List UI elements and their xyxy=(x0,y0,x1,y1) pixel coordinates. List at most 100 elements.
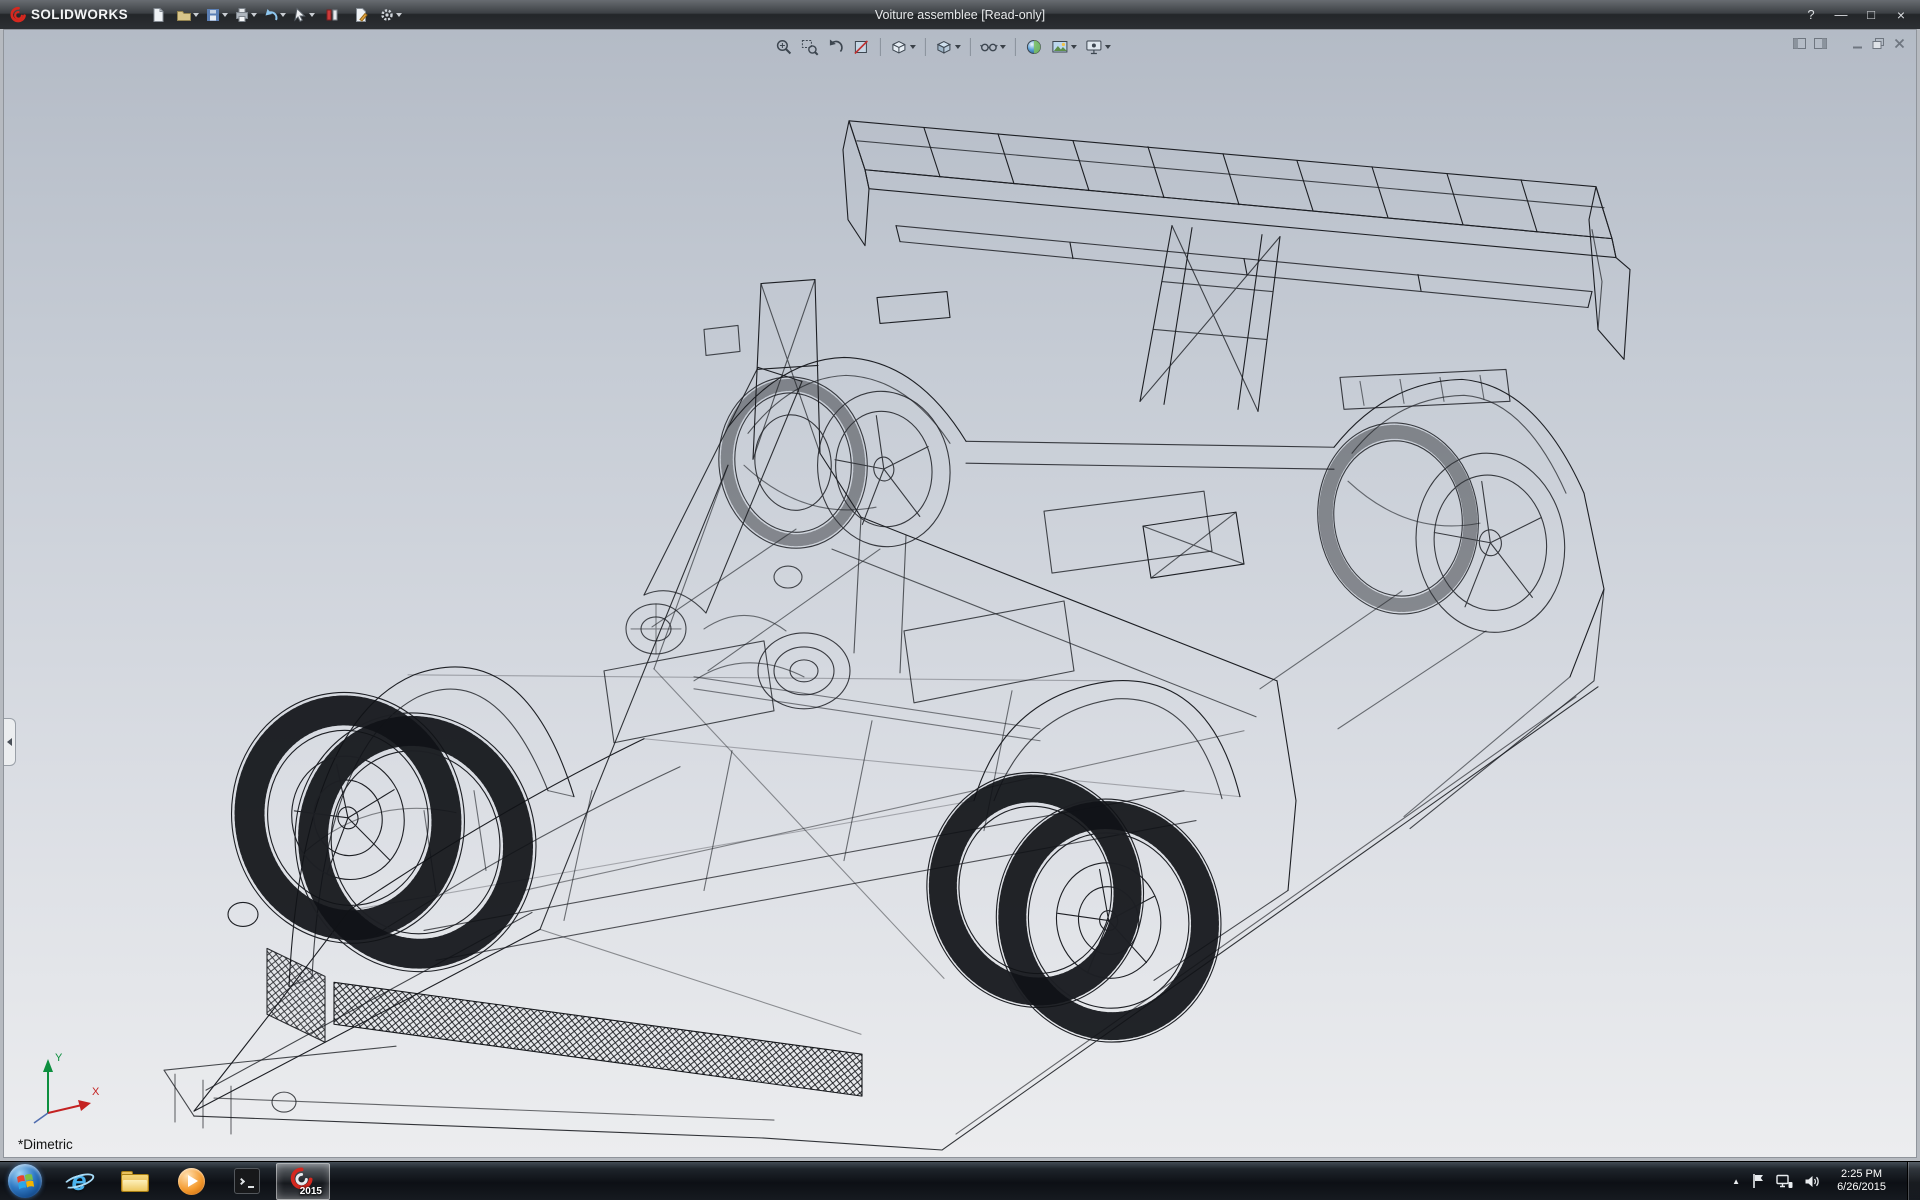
new-document-icon xyxy=(153,7,164,22)
action-center-flag-icon[interactable] xyxy=(1751,1173,1765,1189)
hide-show-items-button[interactable] xyxy=(977,35,1009,59)
chevron-down-icon xyxy=(279,12,286,17)
y-axis-label: Y xyxy=(55,1052,63,1064)
view-orientation-cube-icon xyxy=(892,40,906,54)
doc-restore-button[interactable] xyxy=(1871,36,1886,51)
save-button[interactable] xyxy=(203,4,229,26)
display-style-button[interactable] xyxy=(932,35,964,59)
dock-right-button[interactable] xyxy=(1813,36,1828,51)
file-properties-icon xyxy=(356,7,368,22)
measure-tool-button[interactable] xyxy=(319,4,345,26)
screen: SOLIDWORKS Voiture assemblee [Read-only]… xyxy=(0,0,1920,1200)
view-settings-button[interactable] xyxy=(1082,35,1114,59)
display-style-cube-icon xyxy=(936,40,952,54)
taskbar-clock[interactable]: 2:25 PM 6/26/2015 xyxy=(1831,1168,1896,1195)
appearance-ball-icon xyxy=(1026,40,1041,54)
solidworks-logo-icon xyxy=(10,6,26,22)
chassis-internals xyxy=(348,464,1487,1035)
toolbar-separator xyxy=(924,38,926,56)
chevron-down-icon xyxy=(192,12,199,17)
taskbar-item-internet-explorer[interactable]: e xyxy=(52,1163,106,1200)
chevron-down-icon xyxy=(395,12,402,17)
zoom-to-fit-icon xyxy=(776,39,792,55)
new-document-button[interactable] xyxy=(145,4,171,26)
x-axis-label: X xyxy=(92,1086,100,1098)
windows-flag-icon xyxy=(16,1173,34,1189)
zoom-to-fit-button[interactable] xyxy=(772,35,796,59)
taskbar-item-media-player[interactable] xyxy=(164,1163,218,1200)
toolbar-separator xyxy=(1014,38,1016,56)
toolbar-separator xyxy=(969,38,971,56)
open-document-button[interactable] xyxy=(174,4,200,26)
restore-button[interactable]: □ xyxy=(1860,5,1882,25)
rear-wing xyxy=(842,120,1631,412)
chevron-down-icon xyxy=(909,45,916,49)
chevron-down-icon xyxy=(1070,45,1077,49)
window-controls: ? — □ × xyxy=(1800,5,1912,25)
close-button[interactable]: × xyxy=(1890,5,1912,25)
previous-view-button[interactable] xyxy=(824,35,848,59)
view-orientation-label: *Dimetric xyxy=(18,1137,73,1152)
section-view-button[interactable] xyxy=(850,35,874,59)
radiator-mesh xyxy=(266,947,863,1097)
view-orientation-button[interactable] xyxy=(887,35,919,59)
body-rear xyxy=(819,452,1297,981)
chevron-down-icon xyxy=(999,45,1006,49)
select-tool-button[interactable] xyxy=(290,4,316,26)
chevron-down-icon xyxy=(221,12,228,17)
undo-icon xyxy=(265,8,277,20)
y-axis-arrow xyxy=(43,1059,53,1072)
options-button[interactable] xyxy=(377,4,403,26)
system-tray: ▲ 2:25 PM 6/26/2015 xyxy=(1732,1161,1920,1200)
chevron-down-icon xyxy=(250,12,257,17)
wireframe-model xyxy=(163,120,1631,1151)
doc-close-button[interactable] xyxy=(1892,36,1907,51)
solidworks-version-badge: 2015 xyxy=(299,1186,322,1197)
zoom-to-area-button[interactable] xyxy=(798,35,822,59)
print-button[interactable] xyxy=(232,4,258,26)
taskbar-item-command-prompt[interactable] xyxy=(220,1163,274,1200)
graphics-area[interactable]: Y X *Dimetric xyxy=(3,29,1917,1158)
zoom-to-area-icon xyxy=(801,40,819,56)
undo-button[interactable] xyxy=(261,4,287,26)
apply-scene-button[interactable] xyxy=(1048,35,1080,59)
clock-time: 2:25 PM xyxy=(1841,1167,1883,1180)
show-desktop-button[interactable] xyxy=(1907,1161,1920,1200)
doc-minimize-icon xyxy=(1853,46,1862,49)
taskbar-item-windows-explorer[interactable] xyxy=(108,1163,162,1200)
chevron-down-icon xyxy=(954,45,961,49)
document-title: Voiture assemblee [Read-only] xyxy=(874,7,1046,22)
dock-left-button[interactable] xyxy=(1792,36,1807,51)
help-button[interactable]: ? xyxy=(1800,5,1822,25)
solidworks-taskbar-icon: 2015 xyxy=(287,1166,322,1197)
view-settings-icon xyxy=(1086,40,1102,55)
gear-icon xyxy=(380,8,393,21)
minimize-button[interactable]: — xyxy=(1830,5,1852,25)
network-icon[interactable] xyxy=(1776,1174,1793,1189)
taskbar: e 2015 ▲ 2:25 PM 6/26/2015 xyxy=(0,1161,1920,1200)
edit-appearance-button[interactable] xyxy=(1022,35,1046,59)
show-hidden-icons-button[interactable]: ▲ xyxy=(1732,1177,1740,1186)
app-name: SOLIDWORKS xyxy=(31,7,128,22)
previous-view-icon xyxy=(829,39,843,53)
feature-panel-collapse-tab[interactable] xyxy=(4,718,16,766)
chevron-down-icon xyxy=(1104,45,1111,49)
taskbar-item-solidworks[interactable]: 2015 xyxy=(276,1162,330,1200)
section-view-icon xyxy=(854,40,868,55)
headsup-toolbar xyxy=(772,35,1114,59)
media-player-icon xyxy=(177,1167,205,1195)
clock-date: 6/26/2015 xyxy=(1837,1181,1886,1193)
reference-triad[interactable]: Y X xyxy=(18,1045,104,1129)
wheel-front-left xyxy=(230,691,537,973)
volume-icon[interactable] xyxy=(1804,1174,1820,1189)
folder-icon xyxy=(121,1170,149,1192)
doc-minimize-button[interactable] xyxy=(1850,36,1865,51)
file-properties-button[interactable] xyxy=(348,4,374,26)
print-icon xyxy=(235,7,248,22)
cockpit-structure xyxy=(643,279,951,682)
open-folder-icon xyxy=(176,10,191,21)
start-button[interactable] xyxy=(8,1164,42,1198)
doc-restore-icon xyxy=(1872,38,1884,49)
chevron-left-icon xyxy=(7,738,12,746)
document-window-controls xyxy=(1792,36,1907,51)
